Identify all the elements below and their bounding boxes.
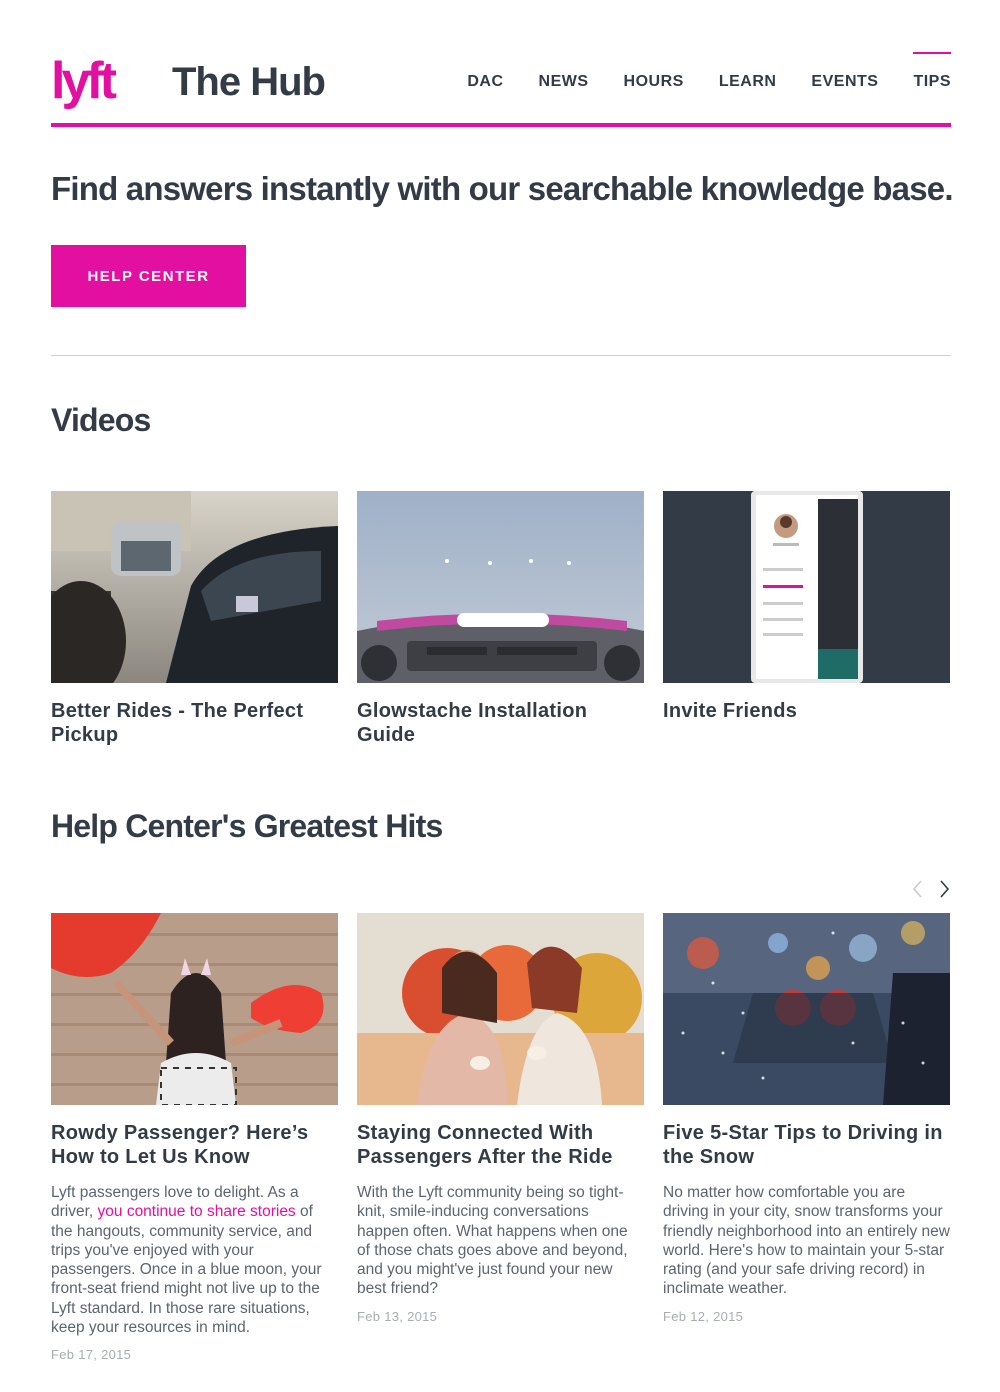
section-divider (51, 355, 951, 356)
video-card[interactable]: Invite Friends (663, 491, 950, 723)
svg-text:lyft: lyft (51, 52, 117, 110)
nav-item-events[interactable]: EVENTS (811, 52, 878, 91)
article-card[interactable]: Rowdy Passenger? Here’s How to Let Us Kn… (51, 913, 338, 1362)
video-card[interactable]: Better Rides - The Perfect Pickup (51, 491, 338, 747)
nav-item-news[interactable]: NEWS (539, 52, 589, 91)
nav-item-hours[interactable]: HOURS (624, 52, 684, 91)
article-image-snow-driving[interactable] (663, 913, 950, 1105)
article-date: Feb 13, 2015 (357, 1308, 438, 1324)
article-title[interactable]: Five 5-Star Tips to Driving in the Snow (663, 1121, 950, 1169)
video-thumbnail-invite-friends[interactable] (663, 491, 950, 683)
chevron-left-icon[interactable] (911, 878, 925, 900)
nav-item-dac[interactable]: DAC (467, 52, 503, 91)
article-title[interactable]: Rowdy Passenger? Here’s How to Let Us Kn… (51, 1121, 338, 1169)
nav-item-tips[interactable]: TIPS (913, 52, 951, 91)
video-title[interactable]: Invite Friends (663, 699, 950, 723)
article-card[interactable]: Five 5-Star Tips to Driving in the Snow … (663, 913, 950, 1324)
videos-heading: Videos (51, 402, 151, 438)
article-date: Feb 17, 2015 (51, 1347, 132, 1363)
video-card[interactable]: Glowstache Installation Guide (357, 491, 644, 747)
video-title[interactable]: Better Rides - The Perfect Pickup (51, 699, 338, 747)
article-excerpt: Lyft passengers love to delight. As a dr… (51, 1183, 338, 1337)
article-excerpt: With the Lyft community being so tight-k… (357, 1184, 628, 1298)
chevron-right-icon[interactable] (937, 878, 951, 900)
article-title[interactable]: Staying Connected With Passengers After … (357, 1121, 644, 1169)
site-header: lyft The Hub DAC NEWS HOURS LEARN EVENTS… (51, 0, 951, 128)
nav-item-learn[interactable]: LEARN (719, 52, 777, 91)
article-inline-link[interactable]: you continue to share stories (98, 1203, 296, 1220)
header-divider (51, 123, 951, 127)
video-thumbnail-pickup[interactable] (51, 491, 338, 683)
article-card[interactable]: Staying Connected With Passengers After … (357, 913, 644, 1324)
article-date: Feb 12, 2015 (663, 1308, 744, 1324)
article-image-rowdy-passenger[interactable] (51, 913, 338, 1105)
article-image-staying-connected[interactable] (357, 913, 644, 1105)
article-excerpt: No matter how comfortable you are drivin… (663, 1184, 950, 1298)
lyft-logo[interactable]: lyft (51, 52, 133, 112)
main-nav: DAC NEWS HOURS LEARN EVENTS TIPS (432, 52, 951, 91)
video-title[interactable]: Glowstache Installation Guide (357, 699, 644, 747)
site-title[interactable]: The Hub (172, 60, 326, 105)
help-center-button[interactable]: HELP CENTER (51, 245, 246, 307)
article-excerpt-text: of the hangouts, community service, and … (51, 1203, 322, 1337)
carousel-controls (911, 878, 951, 900)
video-thumbnail-glowstache[interactable] (357, 491, 644, 683)
hero-heading: Find answers instantly with our searchab… (51, 170, 954, 207)
greatest-hits-heading: Help Center's Greatest Hits (51, 808, 443, 844)
